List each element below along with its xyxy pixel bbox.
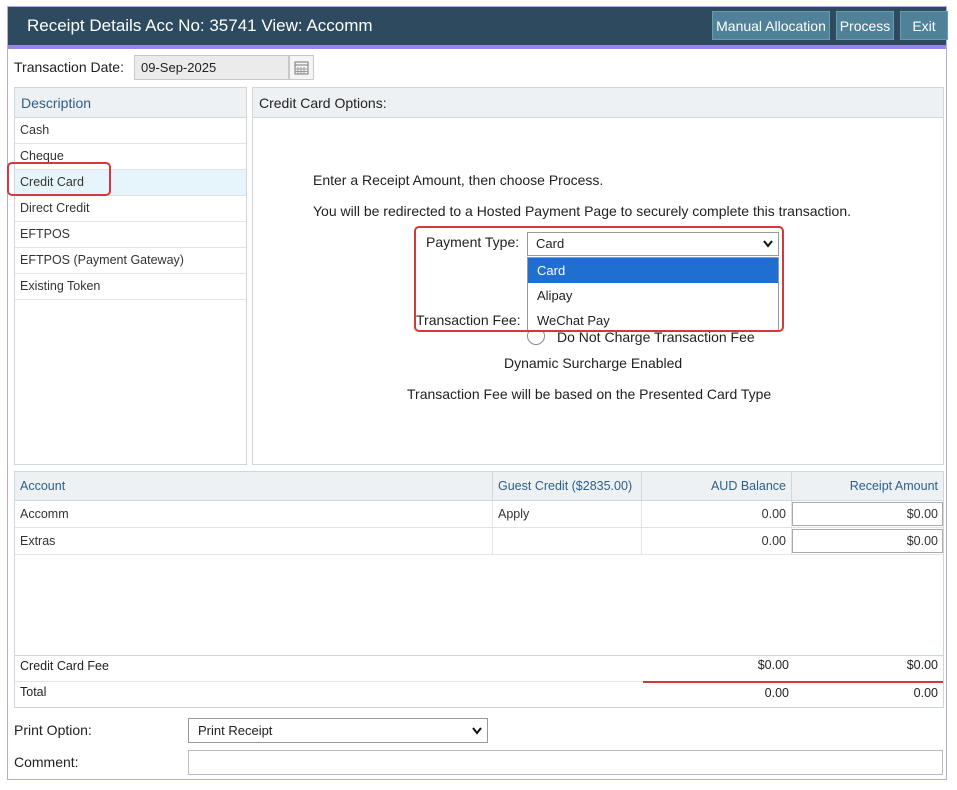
aud-balance: 0.00: [641, 527, 792, 555]
print-option-label: Print Option:: [14, 722, 92, 738]
guest-credit-cell: [492, 527, 642, 555]
table-row: Accomm Apply 0.00 $0.00: [15, 500, 943, 528]
chevron-down-icon: [472, 727, 482, 735]
payment-type-callout: [414, 226, 784, 332]
process-button[interactable]: Process: [836, 11, 894, 40]
description-header: Description: [15, 88, 246, 118]
transaction-date-label: Transaction Date:: [14, 59, 124, 75]
window-title: Receipt Details Acc No: 35741 View: Acco…: [27, 16, 373, 35]
accounts-table: Account Guest Credit ($2835.00) AUD Bala…: [15, 472, 943, 555]
comment-input[interactable]: [188, 750, 943, 775]
instruction-line-2: You will be redirected to a Hosted Payme…: [313, 203, 851, 219]
comment-label: Comment:: [14, 754, 79, 770]
receipt-amount-input[interactable]: $0.00: [792, 529, 943, 553]
col-receipt-amount: Receipt Amount: [791, 472, 943, 501]
instruction-line-1: Enter a Receipt Amount, then choose Proc…: [313, 172, 604, 188]
credit-card-fee-balance: $0.00: [757, 658, 789, 672]
summary-divider: [15, 655, 943, 656]
col-guest-credit: Guest Credit ($2835.00): [492, 472, 642, 501]
exit-button[interactable]: Exit: [900, 11, 948, 40]
title-bar: Receipt Details Acc No: 35741 View: Acco…: [8, 7, 948, 45]
payment-method-cash[interactable]: Cash: [15, 118, 246, 144]
print-option-select[interactable]: Print Receipt: [188, 718, 488, 743]
total-label: Total: [20, 685, 47, 699]
credit-card-options-header: Credit Card Options:: [253, 88, 943, 118]
total-balance: 0.00: [764, 686, 789, 700]
receipt-amount-input[interactable]: $0.00: [792, 502, 943, 526]
account-name: Extras: [15, 527, 493, 555]
payment-method-existing-token[interactable]: Existing Token: [15, 274, 246, 300]
total-underline: [643, 681, 943, 683]
credit-card-fee-label: Credit Card Fee: [20, 659, 109, 673]
payment-method-eftpos[interactable]: EFTPOS: [15, 222, 246, 248]
print-option-value: Print Receipt: [198, 723, 273, 738]
aud-balance: 0.00: [641, 500, 792, 528]
description-panel: Description Cash Cheque Credit Card Dire…: [14, 87, 247, 465]
manual-allocation-button[interactable]: Manual Allocation: [712, 11, 830, 40]
account-name: Accomm: [15, 500, 493, 528]
table-row: Extras 0.00 $0.00: [15, 527, 943, 555]
payment-method-eftpos-gateway[interactable]: EFTPOS (Payment Gateway): [15, 248, 246, 274]
calendar-icon[interactable]: [289, 55, 314, 80]
accounts-panel: Account Guest Credit ($2835.00) AUD Bala…: [14, 471, 944, 708]
title-accent-bar: [8, 45, 946, 49]
total-receipt: 0.00: [913, 686, 938, 700]
total-divider: [15, 681, 643, 682]
apply-guest-credit-link[interactable]: Apply: [492, 500, 642, 528]
credit-card-callout: [7, 162, 111, 196]
payment-method-direct-credit[interactable]: Direct Credit: [15, 196, 246, 222]
col-account: Account: [15, 472, 493, 501]
dynamic-surcharge-text: Dynamic Surcharge Enabled: [504, 355, 683, 371]
col-aud-balance: AUD Balance: [641, 472, 792, 501]
credit-card-fee-receipt: $0.00: [906, 658, 938, 672]
fee-note-text: Transaction Fee will be based on the Pre…: [407, 386, 772, 402]
transaction-date-input[interactable]: 09-Sep-2025: [134, 55, 289, 80]
